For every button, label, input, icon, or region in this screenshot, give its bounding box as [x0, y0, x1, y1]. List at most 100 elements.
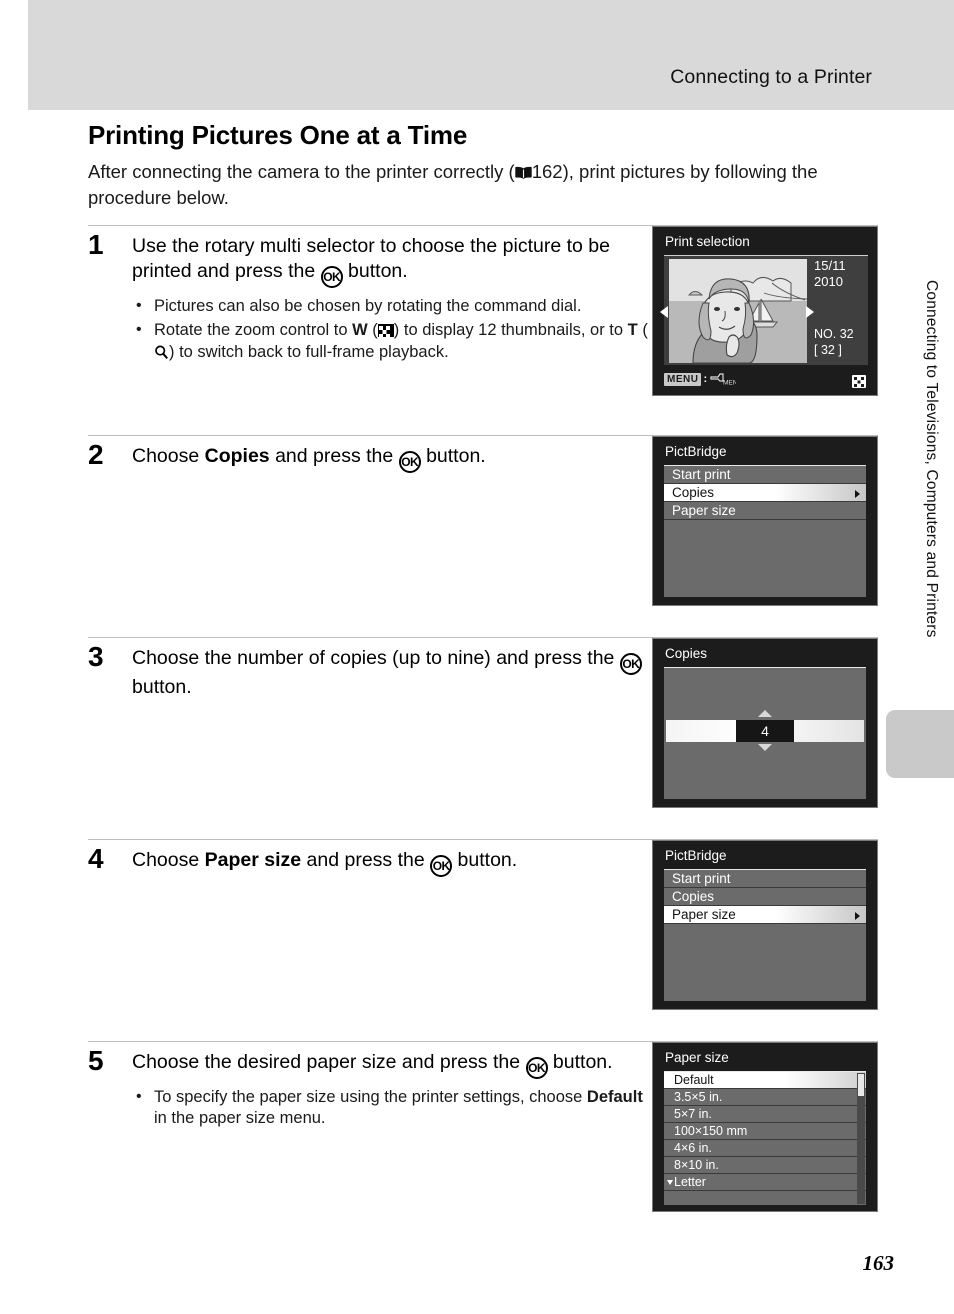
increment-arrow-icon[interactable] [758, 709, 772, 717]
paper-size-item-100x150[interactable]: 100×150 mm [664, 1123, 866, 1140]
intro-text-before-ref: After connecting the camera to the print… [88, 161, 515, 182]
chevron-right-icon [855, 911, 860, 920]
menu-item-label: Start print [672, 870, 731, 886]
list-item: Rotate the zoom control to W () to displ… [132, 319, 648, 364]
more-items-down-icon [667, 1179, 673, 1185]
menu-item-paper-size[interactable]: Paper size [664, 502, 866, 520]
thumbnail-grid-icon[interactable] [852, 374, 866, 388]
photo-date: 15/11 2010 [814, 258, 846, 291]
step-5-bullet-list: To specify the paper size using the prin… [132, 1086, 648, 1131]
section-side-tab-label: Connecting to Televisions, Computers and… [923, 280, 940, 638]
step-2-menu-name: Copies [204, 444, 270, 467]
paper-size-title: Paper size [665, 1049, 729, 1065]
previous-picture-arrow[interactable] [660, 305, 668, 318]
next-picture-arrow[interactable] [806, 305, 814, 318]
step-3-text-column: 3 Choose the number of copies (up to nin… [88, 638, 648, 826]
pictbridge-title: PictBridge [665, 443, 727, 459]
menu-item-copies[interactable]: Copies [664, 483, 866, 502]
chevron-right-icon [855, 489, 860, 498]
screen-copies-wrap: Copies 4 [652, 637, 878, 808]
step-2-title-part-a: Choose [132, 444, 205, 467]
step-5-body: Choose the desired paper size and press … [132, 1050, 648, 1131]
step-4-text-column: 4 Choose Paper size and press the OK but… [88, 840, 648, 1028]
svg-text:MENU: MENU [723, 379, 736, 386]
pictbridge-menu-list: Start print Copies Paper size [664, 868, 866, 1001]
camera-screen-print-selection: Print selection 15/11 2010 NO. 32 [32]… [652, 225, 878, 396]
menu-item-label: Paper size [672, 906, 736, 922]
ok-button-icon: OK [320, 266, 343, 289]
list-item: To specify the paper size using the prin… [132, 1086, 648, 1131]
step-3-title-part-b: button. [132, 675, 192, 698]
step-5-text-column: 5 Choose the desired paper size and pres… [88, 1042, 648, 1232]
paper-size-item-5x7[interactable]: 5×7 in. [664, 1106, 866, 1123]
ok-button-icon: OK [430, 854, 453, 877]
book-reference-icon [515, 166, 532, 179]
step-2-title: Choose Copies and press the OK button. [132, 444, 648, 473]
paper-size-item-4x6[interactable]: 4×6 in. [664, 1140, 866, 1157]
camera-screen-pictbridge-paper-size: PictBridge Start print Copies Paper size [652, 839, 878, 1010]
zoom-control-wide-label: W [352, 321, 368, 340]
default-option-name: Default [586, 1087, 643, 1106]
step-4-body: Choose Paper size and press the OK butto… [132, 848, 648, 877]
list-item-label: Letter [674, 1174, 706, 1189]
photo-date-line-1: 15/11 [814, 257, 846, 273]
step-1: 1 Use the rotary multi selector to choos… [88, 225, 878, 422]
menu-item-label: Paper size [672, 502, 736, 518]
step-1-bullet-2-paren-open-2: ( [637, 321, 648, 340]
pictbridge-title: PictBridge [665, 847, 727, 863]
camera-screen-pictbridge-copies: PictBridge Start print Copies Paper size [652, 435, 878, 606]
step-1-title-part-b: button. [342, 260, 408, 283]
magnifier-icon [154, 345, 169, 360]
intro-paragraph: After connecting the camera to the print… [88, 159, 848, 212]
copies-title: Copies [665, 645, 708, 661]
step-3-title-part-a: Choose the number of copies (up to nine)… [132, 646, 620, 669]
list-item-label: 3.5×5 in. [674, 1089, 723, 1104]
header-left-margin [0, 0, 28, 110]
step-1-number: 1 [88, 228, 104, 260]
copies-selector-panel: 4 [664, 666, 866, 799]
decrement-arrow-icon[interactable] [758, 743, 772, 751]
step-2-title-part-b: and press the [269, 444, 399, 467]
list-item-label: 4×6 in. [674, 1140, 712, 1155]
menu-separator-colon: : [703, 372, 708, 385]
intro-ref-page-number: 162 [531, 161, 563, 182]
ok-button-icon: OK [398, 450, 421, 473]
zoom-control-tele-label: T [627, 321, 638, 340]
list-item-label: 5×7 in. [674, 1106, 712, 1121]
list-scrollbar[interactable] [857, 1072, 865, 1204]
menu-item-copies[interactable]: Copies [664, 888, 866, 906]
step-2-body: Choose Copies and press the OK button. [132, 444, 648, 473]
menu-button-badge[interactable]: MENU [664, 372, 702, 386]
menu-item-label: Copies [672, 484, 715, 500]
step-2-text-column: 2 Choose Copies and press the OK button. [88, 436, 648, 624]
step-3-number: 3 [88, 640, 104, 672]
list-item-label: 8×10 in. [674, 1157, 719, 1172]
menu-item-start-print[interactable]: Start print [664, 870, 866, 888]
step-5-title: Choose the desired paper size and press … [132, 1050, 648, 1079]
menu-item-paper-size[interactable]: Paper size [664, 905, 866, 924]
section-tab-marker [886, 710, 954, 778]
paper-size-item-8x10[interactable]: 8×10 in. [664, 1157, 866, 1174]
scrollbar-thumb[interactable] [858, 1073, 864, 1096]
step-2-title-part-c: button. [420, 444, 486, 467]
screen-pictbridge-paper-wrap: PictBridge Start print Copies Paper size [652, 839, 878, 1010]
step-3-body: Choose the number of copies (up to nine)… [132, 646, 648, 701]
paper-size-item-letter[interactable]: Letter [664, 1174, 866, 1191]
step-1-bullet-2-text-a: Rotate the zoom control to [154, 321, 353, 340]
list-item: Pictures can also be chosen by rotating … [132, 295, 648, 318]
camera-screen-copies: Copies 4 [652, 637, 878, 808]
list-item-label: Default [674, 1072, 714, 1087]
step-2: 2 Choose Copies and press the OK button.… [88, 435, 878, 624]
step-5-number: 5 [88, 1044, 104, 1076]
menu-item-start-print[interactable]: Start print [664, 466, 866, 484]
page-header-title: Connecting to a Printer [670, 66, 872, 88]
step-4-title-part-a: Choose [132, 848, 205, 871]
copies-value-bar: 4 [666, 719, 864, 742]
copies-value[interactable]: 4 [736, 719, 794, 742]
paper-size-item-3x5[interactable]: 3.5×5 in. [664, 1089, 866, 1106]
step-2-number: 2 [88, 438, 104, 470]
step-3: 3 Choose the number of copies (up to nin… [88, 637, 878, 826]
paper-size-item-default[interactable]: Default [664, 1071, 866, 1089]
page-number: 163 [862, 1251, 895, 1275]
step-1-bullet-2-text-c: ) to switch back to full-frame playback. [169, 343, 449, 362]
